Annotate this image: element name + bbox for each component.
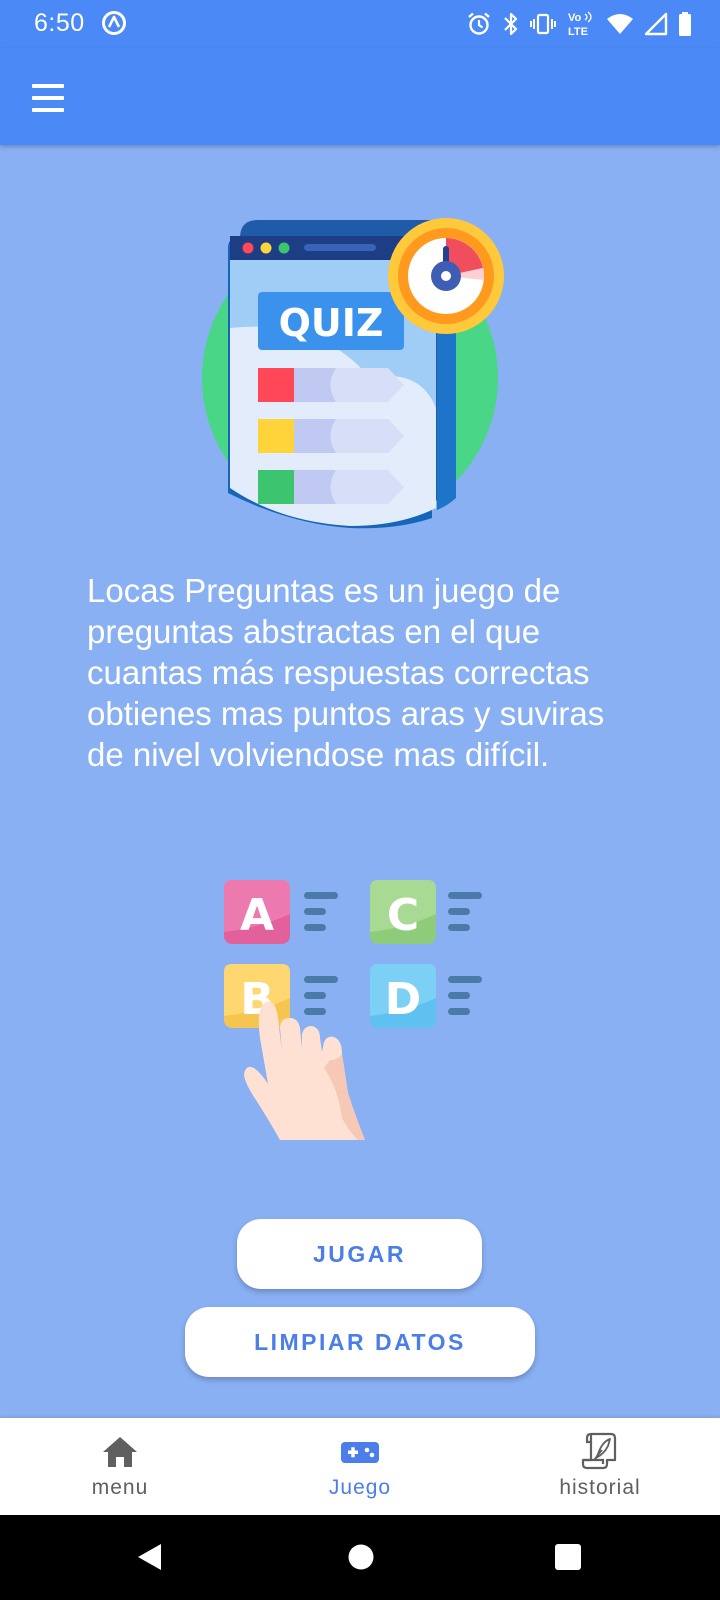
nav-label-juego: Juego: [328, 1476, 392, 1499]
status-bar: 6:50 Vo LTE: [0, 0, 720, 48]
gamepad-icon: [341, 1442, 379, 1463]
battery-icon: [679, 12, 691, 36]
vibrate-icon: [530, 13, 556, 35]
hamburger-menu-icon[interactable]: [24, 76, 72, 120]
svg-text:A: A: [240, 890, 274, 941]
recents-icon[interactable]: [554, 1543, 582, 1571]
bottom-navigation: menu Juego historial: [0, 1418, 720, 1515]
alarm-icon: [468, 12, 490, 35]
home-icon: [103, 1437, 137, 1467]
svg-text:Vo: Vo: [568, 12, 582, 24]
nav-item-historial[interactable]: historial: [480, 1418, 720, 1515]
bluetooth-icon: [504, 12, 518, 36]
nav-item-menu[interactable]: menu: [0, 1418, 240, 1515]
back-icon[interactable]: [136, 1542, 164, 1572]
game-description: Locas Preguntas es un juego de preguntas…: [87, 572, 605, 773]
home-circle-icon[interactable]: [347, 1543, 375, 1571]
app-notification-icon: [102, 11, 126, 35]
signal-icon: [644, 12, 668, 36]
scroll-quill-icon: [581, 1432, 617, 1470]
svg-text:D: D: [385, 974, 422, 1025]
clear-data-button[interactable]: LIMPIAR DATOS: [185, 1307, 535, 1377]
option-c-icon: C: [370, 880, 482, 944]
nav-label-historial: historial: [559, 1476, 641, 1499]
pointing-hand-icon: [244, 1001, 365, 1140]
nav-label-menu: menu: [91, 1476, 149, 1499]
quiz-illustration: QUIZ: [202, 218, 504, 529]
option-b-icon: B: [224, 964, 338, 1028]
system-navigation-bar: [0, 1515, 720, 1600]
status-icons: Vo LTE: [466, 8, 692, 40]
option-d-icon: D: [370, 964, 482, 1028]
volte-icon: Vo LTE: [568, 11, 592, 38]
quiz-label: QUIZ: [279, 301, 384, 345]
option-a-icon: A: [224, 880, 338, 944]
app-bar: [0, 48, 720, 145]
svg-text:LTE: LTE: [568, 26, 588, 38]
stopwatch-icon: [388, 218, 504, 334]
play-button[interactable]: JUGAR: [237, 1219, 482, 1289]
nav-item-juego[interactable]: Juego: [240, 1418, 480, 1515]
svg-text:C: C: [387, 890, 419, 941]
answer-options-illustration: A C B D: [224, 880, 482, 1140]
status-time: 6:50: [34, 9, 85, 37]
wifi-icon: [607, 14, 633, 34]
